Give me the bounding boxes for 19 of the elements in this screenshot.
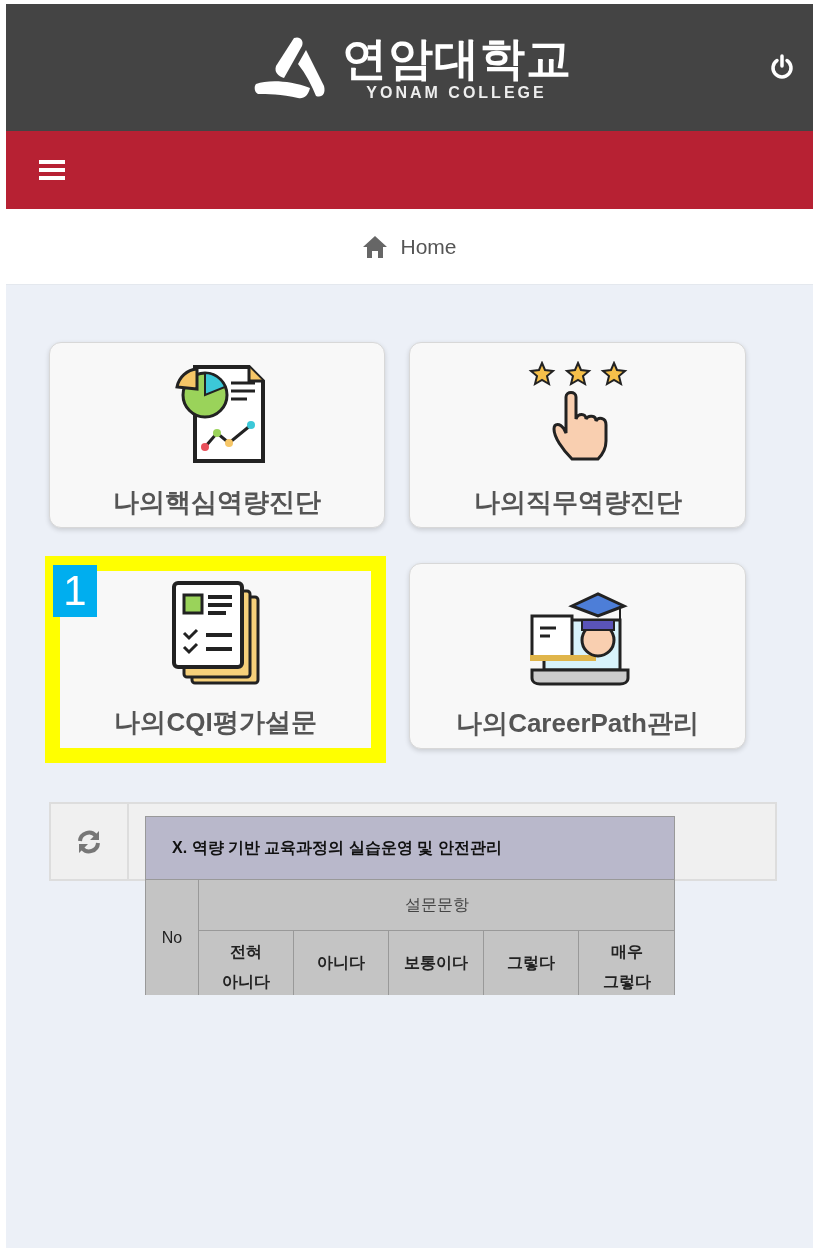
column-header: 보통이다	[389, 931, 484, 995]
logo-subtitle: YONAM COLLEGE	[366, 83, 547, 102]
column-header: 전혀 아니다	[199, 931, 294, 995]
annotation-badge: 1	[53, 565, 97, 617]
column-header: 매우 그렇다	[601, 942, 652, 992]
menu-tile[interactable]: 나의직무역량진단	[409, 342, 746, 528]
menu-tile[interactable]: 나의핵심역량진단	[49, 342, 385, 528]
power-icon[interactable]	[769, 54, 795, 80]
refresh-icon[interactable]	[76, 828, 102, 855]
breadcrumb-home[interactable]: Home	[400, 234, 457, 259]
column-header: 그렇다	[484, 931, 579, 995]
logo-title: 연암대학교	[341, 33, 572, 84]
home-icon[interactable]	[362, 234, 389, 259]
column-header: No	[146, 880, 199, 995]
survey-section-title: X. 역량 기반 교육과정의 실습운영 및 안전관리	[145, 816, 675, 880]
menu-tile[interactable]: 나의CareerPath관리	[409, 563, 746, 749]
column-header: 아니다	[294, 931, 389, 995]
column-header: 설문문항	[199, 880, 674, 931]
menu-icon[interactable]	[39, 159, 65, 181]
